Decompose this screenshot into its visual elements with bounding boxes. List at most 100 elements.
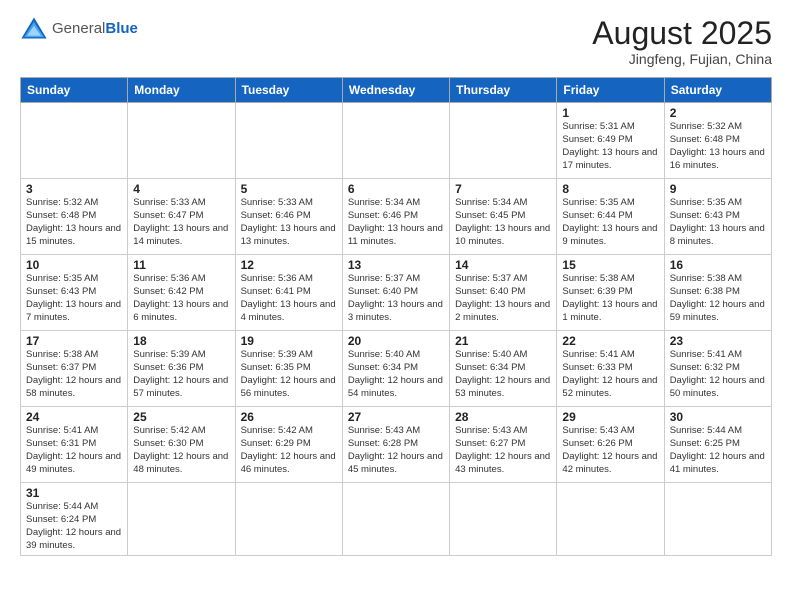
day-number: 23 [670, 334, 766, 348]
day-number: 18 [133, 334, 229, 348]
header-row: Sunday Monday Tuesday Wednesday Thursday… [21, 78, 772, 103]
day-info: Sunrise: 5:42 AM Sunset: 6:29 PM Dayligh… [241, 425, 337, 476]
table-row [450, 483, 557, 556]
day-info: Sunrise: 5:43 AM Sunset: 6:27 PM Dayligh… [455, 425, 551, 476]
day-info: Sunrise: 5:31 AM Sunset: 6:49 PM Dayligh… [562, 121, 658, 172]
day-info: Sunrise: 5:38 AM Sunset: 6:39 PM Dayligh… [562, 273, 658, 324]
day-info: Sunrise: 5:37 AM Sunset: 6:40 PM Dayligh… [348, 273, 444, 324]
table-row: 15Sunrise: 5:38 AM Sunset: 6:39 PM Dayli… [557, 255, 664, 331]
table-row: 27Sunrise: 5:43 AM Sunset: 6:28 PM Dayli… [342, 407, 449, 483]
day-number: 19 [241, 334, 337, 348]
day-number: 22 [562, 334, 658, 348]
table-row: 4Sunrise: 5:33 AM Sunset: 6:47 PM Daylig… [128, 179, 235, 255]
table-row: 22Sunrise: 5:41 AM Sunset: 6:33 PM Dayli… [557, 331, 664, 407]
table-row [450, 103, 557, 179]
day-info: Sunrise: 5:36 AM Sunset: 6:42 PM Dayligh… [133, 273, 229, 324]
day-info: Sunrise: 5:34 AM Sunset: 6:45 PM Dayligh… [455, 197, 551, 248]
header: GeneralBlue August 2025 Jingfeng, Fujian… [20, 16, 772, 67]
day-number: 6 [348, 182, 444, 196]
logo-text: GeneralBlue [52, 20, 138, 37]
table-row [235, 103, 342, 179]
day-info: Sunrise: 5:32 AM Sunset: 6:48 PM Dayligh… [26, 197, 122, 248]
day-info: Sunrise: 5:33 AM Sunset: 6:46 PM Dayligh… [241, 197, 337, 248]
table-row: 18Sunrise: 5:39 AM Sunset: 6:36 PM Dayli… [128, 331, 235, 407]
table-row: 16Sunrise: 5:38 AM Sunset: 6:38 PM Dayli… [664, 255, 771, 331]
day-info: Sunrise: 5:36 AM Sunset: 6:41 PM Dayligh… [241, 273, 337, 324]
table-row: 5Sunrise: 5:33 AM Sunset: 6:46 PM Daylig… [235, 179, 342, 255]
table-row [557, 483, 664, 556]
day-info: Sunrise: 5:39 AM Sunset: 6:36 PM Dayligh… [133, 349, 229, 400]
day-number: 13 [348, 258, 444, 272]
table-row: 31Sunrise: 5:44 AM Sunset: 6:24 PM Dayli… [21, 483, 128, 556]
day-number: 26 [241, 410, 337, 424]
day-number: 7 [455, 182, 551, 196]
table-row: 13Sunrise: 5:37 AM Sunset: 6:40 PM Dayli… [342, 255, 449, 331]
day-number: 20 [348, 334, 444, 348]
day-number: 24 [26, 410, 122, 424]
table-row: 20Sunrise: 5:40 AM Sunset: 6:34 PM Dayli… [342, 331, 449, 407]
logo-icon [20, 16, 48, 40]
table-row: 11Sunrise: 5:36 AM Sunset: 6:42 PM Dayli… [128, 255, 235, 331]
day-number: 27 [348, 410, 444, 424]
col-tuesday: Tuesday [235, 78, 342, 103]
title-block: August 2025 Jingfeng, Fujian, China [592, 16, 772, 67]
table-row [342, 103, 449, 179]
day-info: Sunrise: 5:40 AM Sunset: 6:34 PM Dayligh… [455, 349, 551, 400]
day-number: 10 [26, 258, 122, 272]
table-row [664, 483, 771, 556]
day-number: 2 [670, 106, 766, 120]
day-number: 25 [133, 410, 229, 424]
table-row [21, 103, 128, 179]
day-info: Sunrise: 5:38 AM Sunset: 6:37 PM Dayligh… [26, 349, 122, 400]
col-thursday: Thursday [450, 78, 557, 103]
table-row [235, 483, 342, 556]
day-number: 9 [670, 182, 766, 196]
day-info: Sunrise: 5:39 AM Sunset: 6:35 PM Dayligh… [241, 349, 337, 400]
day-info: Sunrise: 5:43 AM Sunset: 6:28 PM Dayligh… [348, 425, 444, 476]
day-info: Sunrise: 5:33 AM Sunset: 6:47 PM Dayligh… [133, 197, 229, 248]
day-number: 8 [562, 182, 658, 196]
table-row: 7Sunrise: 5:34 AM Sunset: 6:45 PM Daylig… [450, 179, 557, 255]
day-number: 21 [455, 334, 551, 348]
table-row [128, 103, 235, 179]
day-number: 31 [26, 486, 122, 500]
table-row: 25Sunrise: 5:42 AM Sunset: 6:30 PM Dayli… [128, 407, 235, 483]
day-info: Sunrise: 5:40 AM Sunset: 6:34 PM Dayligh… [348, 349, 444, 400]
table-row: 2Sunrise: 5:32 AM Sunset: 6:48 PM Daylig… [664, 103, 771, 179]
day-info: Sunrise: 5:41 AM Sunset: 6:32 PM Dayligh… [670, 349, 766, 400]
day-info: Sunrise: 5:32 AM Sunset: 6:48 PM Dayligh… [670, 121, 766, 172]
col-monday: Monday [128, 78, 235, 103]
table-row: 28Sunrise: 5:43 AM Sunset: 6:27 PM Dayli… [450, 407, 557, 483]
col-friday: Friday [557, 78, 664, 103]
table-row: 12Sunrise: 5:36 AM Sunset: 6:41 PM Dayli… [235, 255, 342, 331]
table-row: 26Sunrise: 5:42 AM Sunset: 6:29 PM Dayli… [235, 407, 342, 483]
day-info: Sunrise: 5:37 AM Sunset: 6:40 PM Dayligh… [455, 273, 551, 324]
table-row: 9Sunrise: 5:35 AM Sunset: 6:43 PM Daylig… [664, 179, 771, 255]
day-info: Sunrise: 5:34 AM Sunset: 6:46 PM Dayligh… [348, 197, 444, 248]
day-info: Sunrise: 5:44 AM Sunset: 6:25 PM Dayligh… [670, 425, 766, 476]
table-row: 10Sunrise: 5:35 AM Sunset: 6:43 PM Dayli… [21, 255, 128, 331]
day-info: Sunrise: 5:42 AM Sunset: 6:30 PM Dayligh… [133, 425, 229, 476]
day-number: 11 [133, 258, 229, 272]
day-number: 12 [241, 258, 337, 272]
logo: GeneralBlue [20, 16, 138, 40]
day-info: Sunrise: 5:35 AM Sunset: 6:43 PM Dayligh… [670, 197, 766, 248]
day-number: 16 [670, 258, 766, 272]
day-number: 14 [455, 258, 551, 272]
table-row: 6Sunrise: 5:34 AM Sunset: 6:46 PM Daylig… [342, 179, 449, 255]
table-row: 1Sunrise: 5:31 AM Sunset: 6:49 PM Daylig… [557, 103, 664, 179]
day-info: Sunrise: 5:44 AM Sunset: 6:24 PM Dayligh… [26, 501, 122, 552]
table-row [342, 483, 449, 556]
col-saturday: Saturday [664, 78, 771, 103]
month-title: August 2025 [592, 16, 772, 51]
calendar-table: Sunday Monday Tuesday Wednesday Thursday… [20, 77, 772, 556]
day-info: Sunrise: 5:43 AM Sunset: 6:26 PM Dayligh… [562, 425, 658, 476]
table-row: 24Sunrise: 5:41 AM Sunset: 6:31 PM Dayli… [21, 407, 128, 483]
day-number: 30 [670, 410, 766, 424]
table-row [128, 483, 235, 556]
table-row: 21Sunrise: 5:40 AM Sunset: 6:34 PM Dayli… [450, 331, 557, 407]
day-number: 15 [562, 258, 658, 272]
day-number: 28 [455, 410, 551, 424]
table-row: 23Sunrise: 5:41 AM Sunset: 6:32 PM Dayli… [664, 331, 771, 407]
table-row: 14Sunrise: 5:37 AM Sunset: 6:40 PM Dayli… [450, 255, 557, 331]
